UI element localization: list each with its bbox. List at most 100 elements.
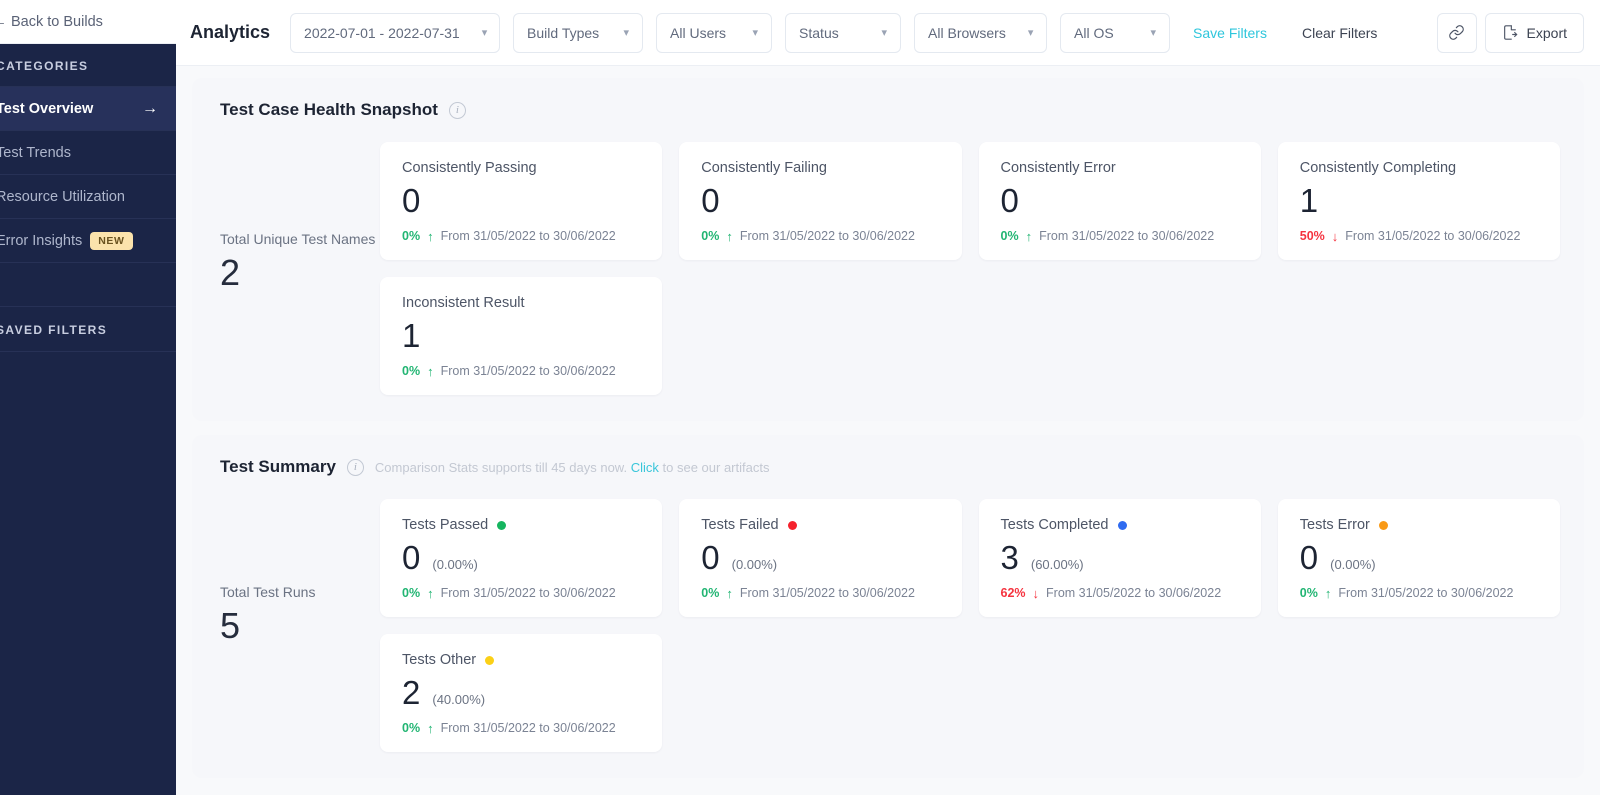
arrow-up-icon: ↑ xyxy=(427,585,434,601)
chevron-down-icon: ▾ xyxy=(481,27,488,39)
build-types-select[interactable]: Build Types ▾ xyxy=(513,12,644,53)
card-value: 0 xyxy=(402,539,421,576)
card-footer: 0% ↑ From 31/05/2022 to 30/06/2022 xyxy=(701,229,941,243)
card-value: 1 xyxy=(1299,182,1319,219)
sidebar-item-label: Error Insights xyxy=(0,232,83,249)
all-users-select[interactable]: All Users ▾ xyxy=(656,12,773,53)
card-title: Consistently Passing xyxy=(402,160,537,176)
save-filters-button[interactable]: Save Filters xyxy=(1193,25,1267,41)
card-footer: 62% ↓ From 31/05/2022 to 30/06/2022 xyxy=(1001,586,1241,600)
card-range: From 31/05/2022 to 30/06/2022 xyxy=(1046,586,1222,601)
link-icon xyxy=(1449,25,1464,40)
health-card[interactable]: Inconsistent Result 1 0% ↑ From 31/05/20… xyxy=(380,277,663,395)
sidebar-item-resource-utilization[interactable]: Resource Utilization xyxy=(0,175,176,219)
all-os-value: All OS xyxy=(1074,24,1114,41)
summary-card[interactable]: Tests Failed 0 (0.00%) 0% ↑ From 31/05/2… xyxy=(679,499,962,617)
total-unique-test-names-value: 2 xyxy=(220,251,241,293)
card-percent: (60.00%) xyxy=(1030,557,1084,572)
sidebar-header: ← Back to Builds xyxy=(0,0,176,44)
card-value: 0 xyxy=(701,182,720,219)
status-value: Status xyxy=(799,24,839,41)
chevron-down-icon: ▾ xyxy=(623,27,630,39)
card-range: From 31/05/2022 to 30/06/2022 xyxy=(440,364,616,379)
content-scroll-area[interactable]: Test Case Health Snapshot i Total Unique… xyxy=(176,66,1600,795)
card-title-label: Tests Completed xyxy=(1000,517,1109,533)
arrow-up-icon: ↑ xyxy=(726,228,733,244)
back-to-builds-button[interactable]: ← Back to Builds xyxy=(0,14,103,30)
card-footer: 0% ↑ From 31/05/2022 to 30/06/2022 xyxy=(402,229,642,243)
card-value: 3 xyxy=(1000,539,1019,576)
export-button[interactable]: Export xyxy=(1484,12,1584,53)
summary-card[interactable]: Tests Passed 0 (0.00%) 0% ↑ From 31/05/2… xyxy=(380,499,663,617)
all-os-select[interactable]: All OS ▾ xyxy=(1060,12,1171,53)
sidebar-section-saved-filters: SAVED FILTERS xyxy=(0,307,176,352)
card-percent: (40.00%) xyxy=(432,692,486,707)
health-panel-body: Total Unique Test Names 2 Consistently P… xyxy=(220,142,1560,395)
date-range-select[interactable]: 2022-07-01 - 2022-07-31 ▾ xyxy=(290,12,501,53)
card-title: Tests Error xyxy=(1300,517,1540,533)
total-test-runs-label: Total Test Runs xyxy=(220,584,316,600)
toolbar: Analytics 2022-07-01 - 2022-07-31 ▾ Buil… xyxy=(176,0,1600,66)
card-footer: 0% ↑ From 31/05/2022 to 30/06/2022 xyxy=(1001,229,1241,243)
date-range-value: 2022-07-01 - 2022-07-31 xyxy=(304,24,460,41)
card-title-label: Tests Passed xyxy=(402,517,489,533)
total-test-runs-value: 5 xyxy=(220,604,241,646)
card-title: Consistently Error xyxy=(1000,160,1116,176)
health-card[interactable]: Consistently Error 0 0% ↑ From 31/05/202… xyxy=(978,142,1261,260)
summary-card[interactable]: Tests Other 2 (40.00%) 0% ↑ From 31/05/2… xyxy=(380,634,663,752)
card-title: Tests Failed xyxy=(701,517,941,533)
summary-card[interactable]: Tests Completed 3 (60.00%) 62% ↓ From 31… xyxy=(978,499,1261,617)
arrow-up-icon: ↑ xyxy=(427,228,434,244)
card-title: Tests Completed xyxy=(1001,517,1241,533)
summary-note-link[interactable]: Click xyxy=(631,460,659,475)
health-card[interactable]: Consistently Passing 0 0% ↑ From 31/05/2… xyxy=(380,142,663,260)
health-card[interactable]: Consistently Completing 1 50% ↓ From 31/… xyxy=(1277,142,1560,260)
card-delta: 62% xyxy=(1000,586,1026,601)
card-percent: (0.00%) xyxy=(1330,557,1376,572)
total-unique-test-names-label: Total Unique Test Names xyxy=(220,231,376,247)
card-title-label: Tests Error xyxy=(1299,517,1370,533)
copy-link-button[interactable] xyxy=(1436,12,1477,53)
info-icon[interactable]: i xyxy=(448,101,466,119)
sidebar-item-test-overview[interactable]: Test Overview → xyxy=(0,87,176,131)
build-types-value: Build Types xyxy=(527,24,600,41)
back-to-builds-label: Back to Builds xyxy=(11,13,103,30)
summary-panel-body: Total Test Runs 5 Tests Passed 0 (0.00%) xyxy=(220,499,1560,752)
sidebar-item-label: Test Overview xyxy=(0,100,94,117)
all-browsers-value: All Browsers xyxy=(928,24,1006,41)
status-dot-icon xyxy=(1117,520,1127,530)
sidebar-item-label: Test Trends xyxy=(0,144,71,161)
health-panel-title: Test Case Health Snapshot xyxy=(220,100,438,119)
card-range: From 31/05/2022 to 30/06/2022 xyxy=(1345,229,1521,244)
card-title: Consistently Failing xyxy=(701,160,827,176)
summary-card[interactable]: Tests Error 0 (0.00%) 0% ↑ From 31/05/20… xyxy=(1277,499,1560,617)
file-export-icon xyxy=(1503,25,1517,40)
summary-note-before: Comparison Stats supports till 45 days n… xyxy=(374,459,628,475)
card-range: From 31/05/2022 to 30/06/2022 xyxy=(440,721,616,736)
test-summary-panel: Test Summary i Comparison Stats supports… xyxy=(192,435,1584,778)
card-footer: 50% ↓ From 31/05/2022 to 30/06/2022 xyxy=(1300,229,1540,243)
status-select[interactable]: Status ▾ xyxy=(785,12,902,53)
card-range: From 31/05/2022 to 30/06/2022 xyxy=(1338,586,1514,601)
card-delta: 0% xyxy=(402,586,421,601)
info-icon[interactable]: i xyxy=(346,458,364,476)
clear-filters-button[interactable]: Clear Filters xyxy=(1302,25,1377,41)
card-percent: (0.00%) xyxy=(432,557,478,572)
status-dot-icon xyxy=(485,655,495,665)
all-browsers-select[interactable]: All Browsers ▾ xyxy=(914,12,1048,53)
arrow-up-icon: ↑ xyxy=(726,585,733,601)
card-title-label: Tests Failed xyxy=(701,517,779,533)
card-delta: 50% xyxy=(1299,229,1325,244)
summary-panel-title: Test Summary xyxy=(220,457,336,476)
card-footer: 0% ↑ From 31/05/2022 to 30/06/2022 xyxy=(402,721,642,735)
arrow-left-icon: ← xyxy=(0,14,7,29)
sidebar-item-error-insights[interactable]: Error Insights NEW xyxy=(0,219,176,263)
test-case-health-snapshot-panel: Test Case Health Snapshot i Total Unique… xyxy=(192,78,1584,421)
health-card[interactable]: Consistently Failing 0 0% ↑ From 31/05/2… xyxy=(679,142,962,260)
summary-cards-grid: Tests Passed 0 (0.00%) 0% ↑ From 31/05/2… xyxy=(380,499,1560,752)
card-range: From 31/05/2022 to 30/06/2022 xyxy=(440,586,616,601)
card-delta: 0% xyxy=(402,721,421,736)
sidebar-item-test-trends[interactable]: Test Trends xyxy=(0,131,176,175)
card-title: Inconsistent Result xyxy=(402,295,525,311)
card-range: From 31/05/2022 to 30/06/2022 xyxy=(739,586,915,601)
